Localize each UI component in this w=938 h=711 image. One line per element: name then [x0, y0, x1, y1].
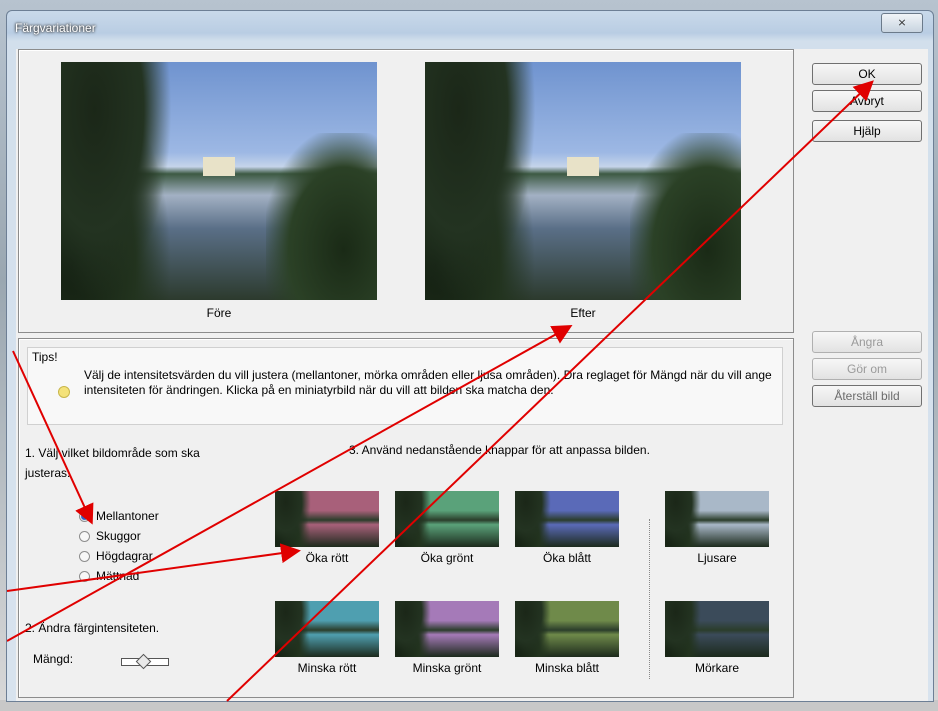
house-shape [203, 157, 235, 177]
controls-panel: Tips! Välj de intensitetsvärden du vill … [18, 338, 794, 698]
radio-empty-icon [79, 550, 90, 562]
after-label: Efter [570, 306, 596, 320]
step2-label: 2. Ändra färgintensiteten. [25, 621, 160, 635]
radio-midtones[interactable]: Mellantoner [79, 509, 159, 523]
radio-highlights-label: Högdagrar [96, 549, 153, 563]
cancel-button[interactable]: Avbryt [812, 90, 922, 112]
amount-label: Mängd: [33, 652, 74, 666]
undo-button[interactable]: Ångra [812, 331, 922, 353]
preview-panel: Före Efter [18, 49, 794, 333]
lightbulb-icon [58, 386, 70, 398]
redo-button[interactable]: Gör om [812, 358, 922, 380]
radio-shadows-label: Skuggor [96, 529, 141, 543]
thumbnail-label: Mörkare [694, 661, 739, 675]
thumbnail-5[interactable] [275, 601, 379, 657]
tips-header: Tips! [32, 350, 58, 364]
radio-selected-icon [79, 510, 90, 522]
tree-silhouette [515, 601, 552, 657]
thumbnail-8[interactable] [665, 601, 769, 657]
window-title: Färgvariationer [15, 21, 96, 35]
before-label: Före [206, 306, 232, 320]
thumbnail-label: Öka blått [542, 551, 592, 565]
tips-box: Tips! Välj de intensitetsvärden du vill … [27, 347, 783, 425]
thumbnail-label: Öka rött [305, 551, 349, 565]
tree-silhouette [275, 601, 312, 657]
tree-silhouette [665, 601, 702, 657]
radio-highlights[interactable]: Högdagrar [79, 549, 153, 563]
thumbnail-label: Minska rött [297, 661, 357, 675]
tree-silhouette [515, 491, 552, 547]
before-image [61, 62, 377, 300]
thumbnail-2[interactable] [395, 491, 499, 547]
tree-silhouette [665, 491, 702, 547]
house-shape [567, 157, 599, 177]
thumbnail-3[interactable] [515, 491, 619, 547]
bush-silhouette [266, 133, 377, 300]
tree-silhouette [395, 601, 432, 657]
radio-saturation-label: Mättnad [96, 569, 140, 583]
radio-midtones-label: Mellantoner [96, 509, 159, 523]
tips-text: Välj de intensitetsvärden du vill juster… [84, 368, 772, 397]
radio-empty-icon [79, 570, 90, 582]
tree-silhouette [61, 62, 172, 300]
close-button[interactable]: ⨯ [881, 13, 923, 33]
thumbnail-7[interactable] [515, 601, 619, 657]
step3-label: 3. Använd nedanstående knappar för att a… [349, 443, 650, 457]
thumbnail-1[interactable] [275, 491, 379, 547]
bush-silhouette [630, 133, 741, 300]
help-button[interactable]: Hjälp [812, 120, 922, 142]
radio-empty-icon [79, 530, 90, 542]
tree-silhouette [275, 491, 312, 547]
dialog-window: Färgvariationer ⨯ Före Efter OK Avbryt H… [6, 10, 934, 702]
ok-button[interactable]: OK [812, 63, 922, 85]
dialog-client-area: Före Efter OK Avbryt Hjälp Ångra Gör om … [16, 49, 928, 701]
thumbnail-6[interactable] [395, 601, 499, 657]
slider-thumb[interactable] [135, 653, 152, 670]
thumbnail-separator [649, 519, 650, 679]
step1-label: 1. Välj vilket bildområde som ska juster… [25, 446, 200, 480]
radio-shadows[interactable]: Skuggor [79, 529, 141, 543]
thumbnail-label: Minska blått [534, 661, 600, 675]
amount-slider[interactable] [121, 653, 169, 670]
thumbnail-label: Öka grönt [420, 551, 474, 565]
tree-silhouette [425, 62, 536, 300]
radio-saturation[interactable]: Mättnad [79, 569, 139, 583]
thumbnail-label: Minska grönt [412, 661, 482, 675]
tree-silhouette [395, 491, 432, 547]
thumbnail-4[interactable] [665, 491, 769, 547]
reset-image-button[interactable]: Återställ bild [812, 385, 922, 407]
after-image [425, 62, 741, 300]
thumbnail-label: Ljusare [697, 551, 737, 565]
